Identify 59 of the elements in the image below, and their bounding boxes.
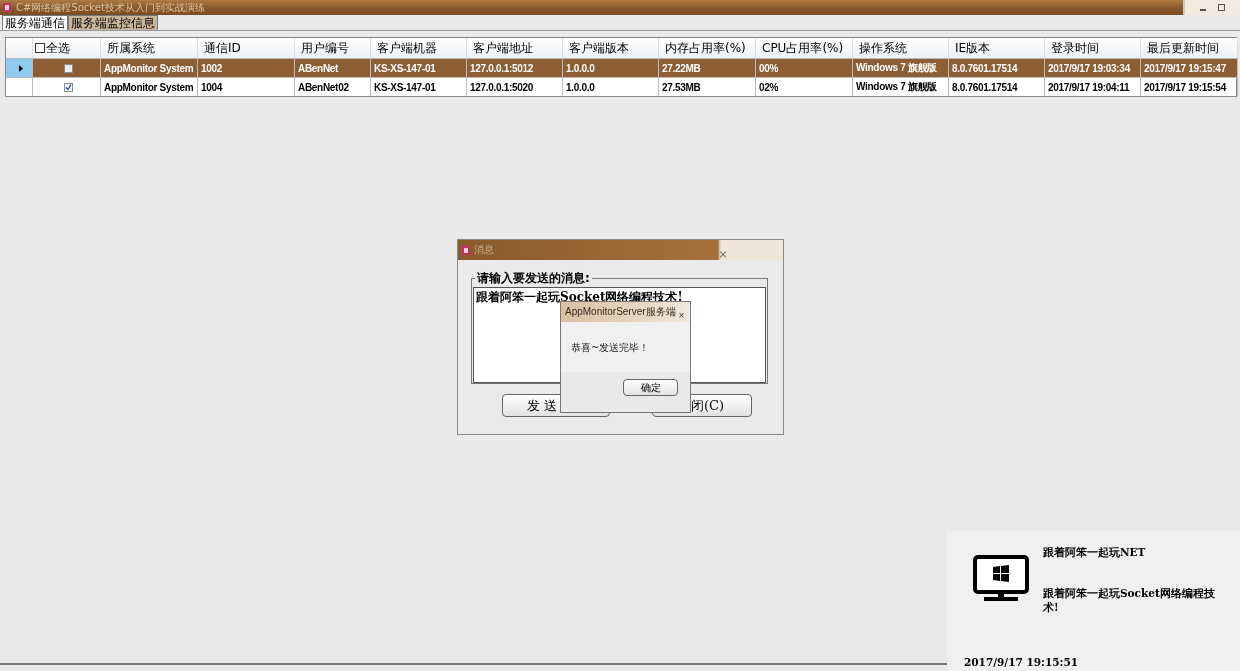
window-title: C#网络编程Socket技术从入门到实战演练 bbox=[15, 0, 206, 15]
checkbox[interactable] bbox=[63, 63, 73, 73]
group-label: 请输入要发送的消息: bbox=[476, 270, 591, 287]
checkbox-label: 全选 bbox=[46, 39, 70, 57]
table-cell: 127.0.0.1:5012 bbox=[467, 58, 563, 77]
column-header[interactable]: 客户端版本 bbox=[563, 38, 659, 58]
close-button[interactable]: × bbox=[669, 243, 777, 266]
notification-time: 2017/9/17 19:15:51 bbox=[964, 656, 1080, 668]
column-header[interactable]: 最后更新时间 bbox=[1141, 38, 1238, 58]
table-cell: 2017/9/17 19:15:47 bbox=[1141, 58, 1238, 77]
checkbox[interactable] bbox=[35, 43, 45, 53]
table-cell: Windows 7 旗舰版 bbox=[853, 58, 949, 77]
table-cell: KS-XS-147-01 bbox=[371, 77, 467, 96]
monitor-icon bbox=[973, 555, 1029, 602]
table-cell: AppMonitor System bbox=[101, 58, 198, 77]
table-cell: 27.22MB bbox=[659, 58, 756, 77]
row-indicator-icon bbox=[18, 64, 23, 72]
app-icon bbox=[2, 2, 12, 13]
table-cell: KS-XS-147-01 bbox=[371, 58, 467, 77]
table-cell: 1004 bbox=[198, 77, 295, 96]
column-header[interactable]: 用户编号 bbox=[295, 38, 371, 58]
notification-message: 跟着阿笨一起玩Socket网络编程技术! bbox=[1043, 587, 1216, 615]
tab[interactable]: 服务端通信 bbox=[2, 15, 68, 30]
table-cell: ABenNet bbox=[295, 58, 371, 77]
row-header[interactable] bbox=[6, 58, 33, 77]
column-header[interactable]: CPU占用率(%) bbox=[756, 38, 853, 58]
ok-button[interactable]: 确定 bbox=[623, 379, 678, 396]
table-cell: 2017/9/17 19:15:54 bbox=[1141, 77, 1238, 96]
alert-message: 恭喜~发送完毕！ bbox=[571, 341, 651, 355]
column-header[interactable]: IE版本 bbox=[949, 38, 1045, 58]
table-cell: 1002 bbox=[198, 58, 295, 77]
column-header[interactable]: 客户端机器 bbox=[371, 38, 467, 58]
table-cell: ABenNet02 bbox=[295, 77, 371, 96]
column-header[interactable]: 客户端地址 bbox=[467, 38, 563, 58]
maximize-icon[interactable] bbox=[1218, 4, 1225, 11]
app-icon bbox=[461, 244, 471, 256]
column-header[interactable]: 登录时间 bbox=[1045, 38, 1141, 58]
column-header[interactable]: 通信ID bbox=[198, 38, 295, 58]
tab[interactable]: 服务端监控信息 bbox=[68, 15, 158, 30]
dialog-title: AppMonitorServer服务端 bbox=[565, 305, 676, 319]
checkbox[interactable] bbox=[63, 82, 73, 92]
table-cell: 1.0.0.0 bbox=[563, 58, 659, 77]
table-cell: 2017/9/17 19:03:34 bbox=[1045, 58, 1141, 77]
table-cell: 02% bbox=[756, 77, 853, 96]
table-cell: 00% bbox=[756, 58, 853, 77]
table-cell: Windows 7 旗舰版 bbox=[853, 77, 949, 96]
notification-title: 跟着阿笨一起玩NET bbox=[1043, 546, 1147, 560]
column-header[interactable]: 内存占用率(%) bbox=[659, 38, 756, 58]
table-cell: 2017/9/17 19:04:11 bbox=[1045, 77, 1141, 96]
table-cell: 27.53MB bbox=[659, 77, 756, 96]
column-header[interactable]: 所属系统 bbox=[101, 38, 198, 58]
table-cell: 1.0.0.0 bbox=[563, 77, 659, 96]
table-cell: AppMonitor System bbox=[101, 77, 198, 96]
dialog-title: 消息 bbox=[474, 243, 494, 257]
table-cell: 8.0.7601.17514 bbox=[949, 77, 1045, 96]
table-cell: 127.0.0.1:5020 bbox=[467, 77, 563, 96]
column-header[interactable]: 操作系统 bbox=[853, 38, 949, 58]
close-button[interactable]: × bbox=[678, 307, 685, 324]
table-cell: 8.0.7601.17514 bbox=[949, 58, 1045, 77]
